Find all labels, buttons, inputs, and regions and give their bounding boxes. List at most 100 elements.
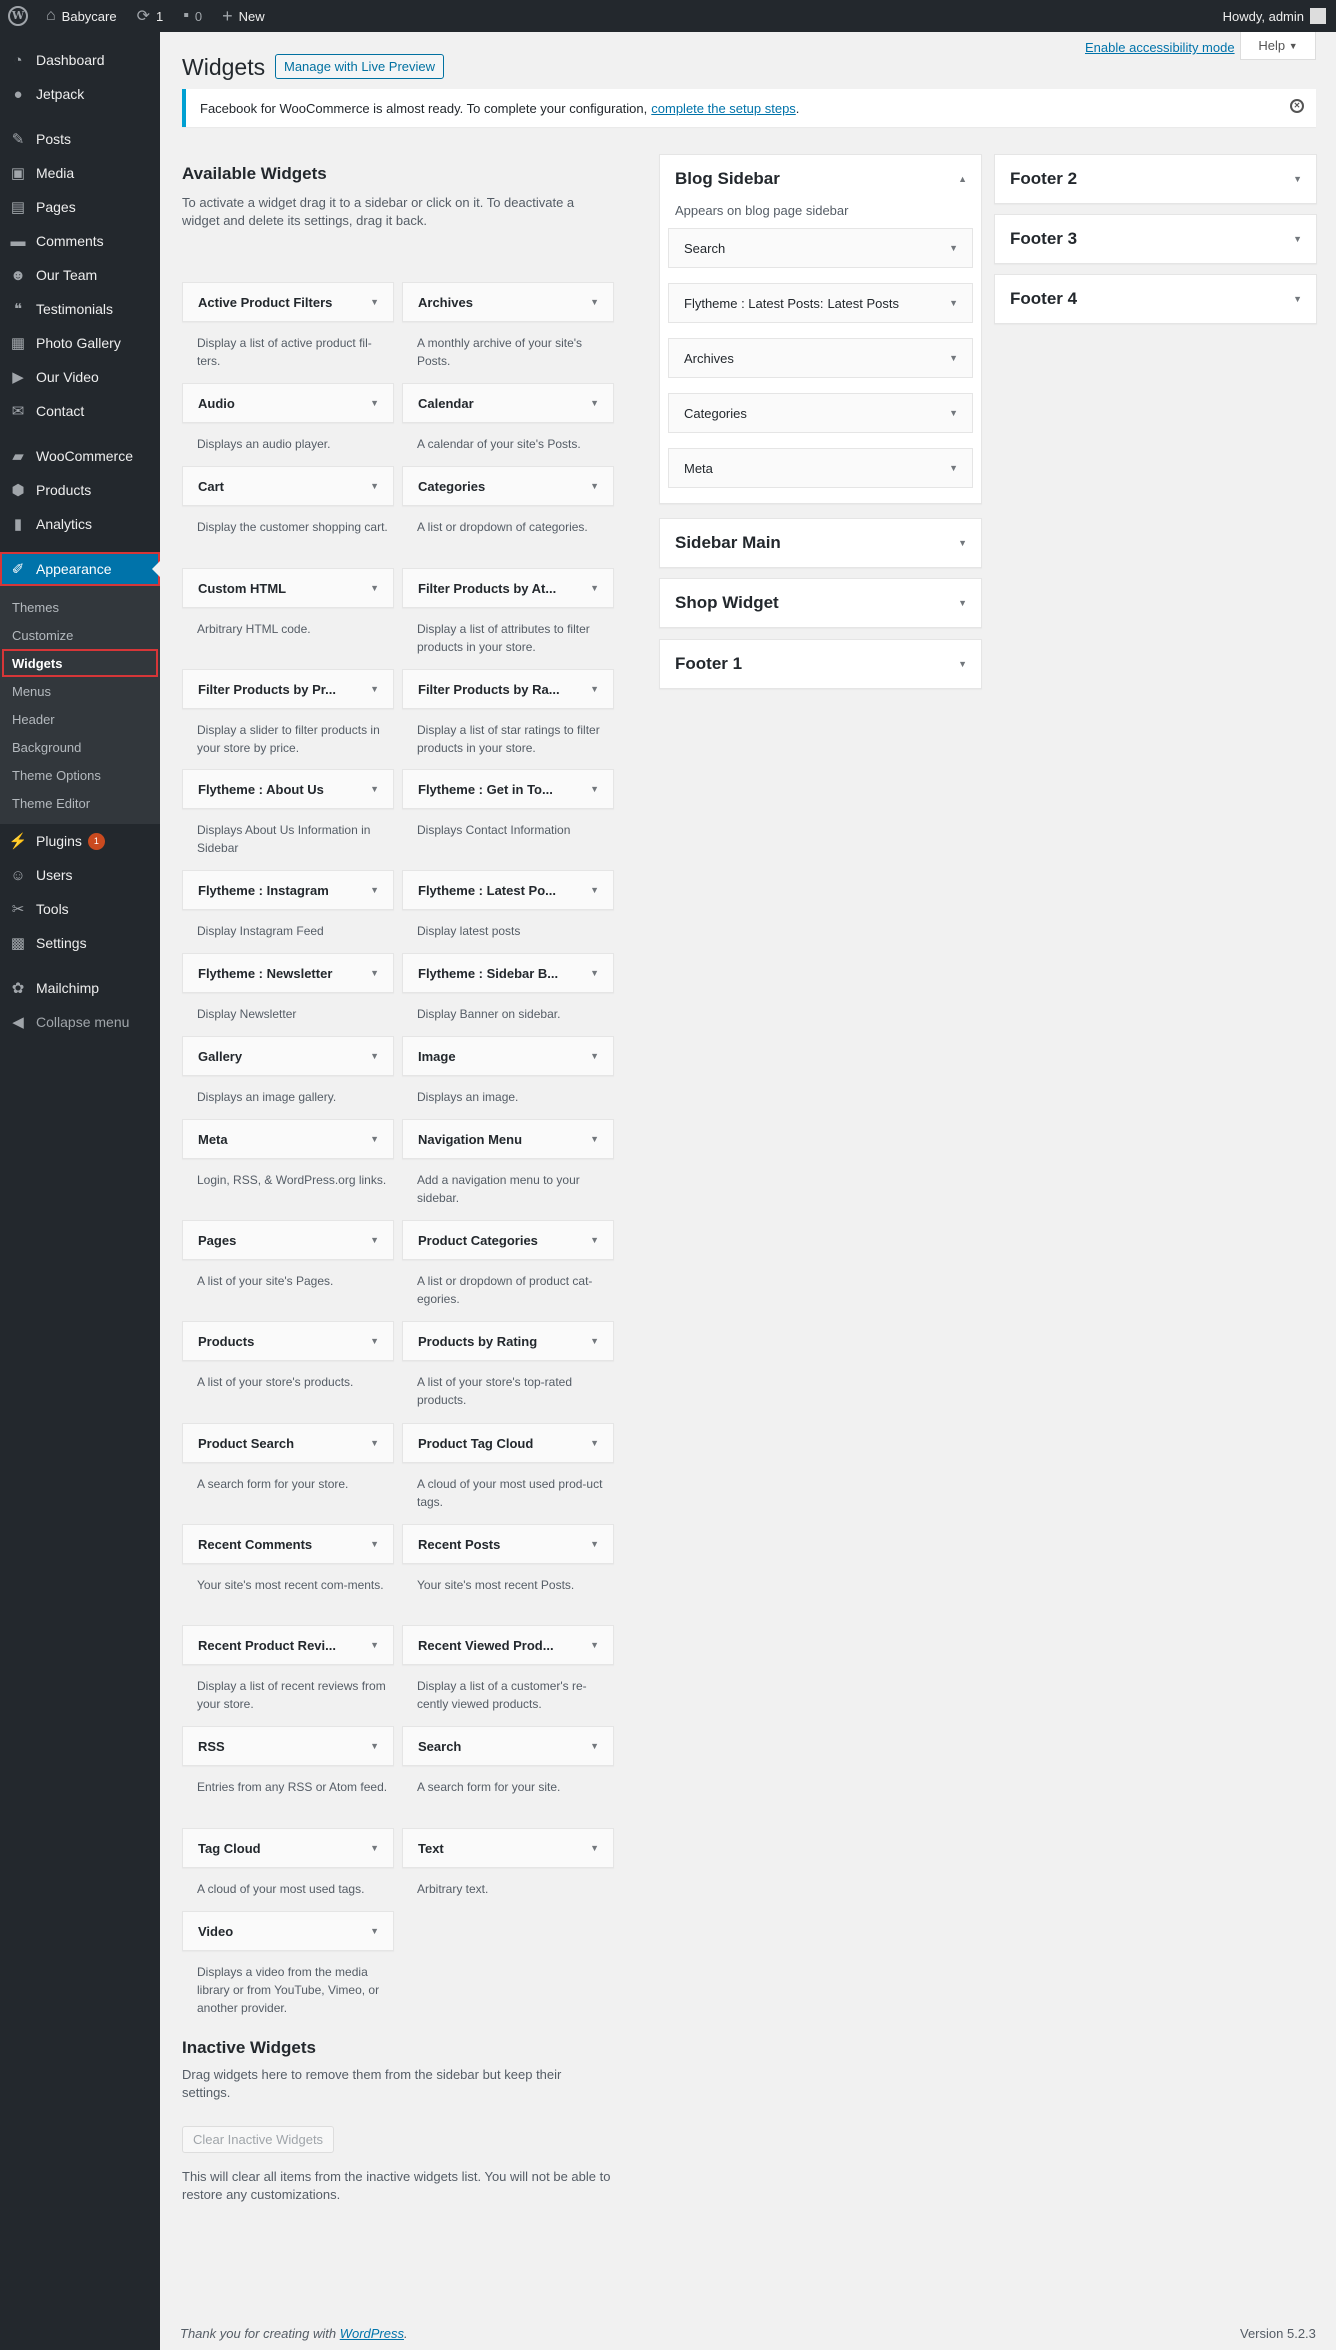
sidebar-widget-categories[interactable]: Categories ▼ [668,393,973,433]
submenu-background[interactable]: Background [0,733,160,761]
footer-2-area[interactable]: Footer 2 ▼ [994,154,1317,204]
blog-sidebar-area[interactable]: Blog Sidebar ▲ Appears on blog page sideb… [659,154,982,504]
help-button[interactable]: Help ▼ [1240,32,1316,60]
sidebar-header[interactable]: Blog Sidebar ▲ [660,155,981,203]
widget-item[interactable]: Text ▼ [402,1828,614,1868]
widget-item[interactable]: Flytheme : Sidebar B... ▼ [402,953,614,993]
widget-item[interactable]: Recent Product Revi... ▼ [182,1625,394,1665]
comments-link[interactable]: ▪ 0 [173,0,212,32]
my-account-link[interactable]: Howdy, admin [1213,0,1336,32]
submenu-themes[interactable]: Themes [0,593,160,621]
widget-item[interactable]: Filter Products by At... ▼ [402,568,614,608]
widget-item[interactable]: Flytheme : About Us ▼ [182,769,394,809]
widget-item[interactable]: Products by Rating ▼ [402,1321,614,1361]
widget-item[interactable]: Pages ▼ [182,1220,394,1260]
menu-testimonials[interactable]: ❝ Testimonials [0,292,160,326]
submenu-widgets[interactable]: Widgets [2,649,158,677]
widget-description: Login, RSS, & WordPress.org links. [197,1173,387,1187]
widget-item[interactable]: Image ▼ [402,1036,614,1076]
widget-item[interactable]: Product Search ▼ [182,1423,394,1463]
menu-dashboard[interactable]: ◔ Dashboard [0,43,160,77]
menu-appearance[interactable]: ✐ Appearance [0,552,160,586]
accessibility-mode-link[interactable]: Enable accessibility mode [1085,40,1235,55]
widget-item[interactable]: Audio ▼ [182,383,394,423]
wordpress-link[interactable]: WordPress [340,2326,404,2341]
dismiss-icon[interactable]: ✕ [1290,99,1304,113]
sidebar-header[interactable]: Shop Widget ▼ [660,579,981,627]
menu-products[interactable]: ⬢ Products [0,473,160,507]
widget-item[interactable]: Flytheme : Newsletter ▼ [182,953,394,993]
footer-1-area[interactable]: Footer 1 ▼ [659,639,982,689]
widget-item[interactable]: Active Product Filters ▼ [182,282,394,322]
new-content-link[interactable]: + New [212,0,275,32]
widget-item[interactable]: Filter Products by Ra... ▼ [402,669,614,709]
widget-item[interactable]: Gallery ▼ [182,1036,394,1076]
menu-pages[interactable]: ▤ Pages [0,190,160,224]
menu-mailchimp[interactable]: ✿ Mailchimp [0,971,160,1005]
widget-item[interactable]: Recent Viewed Prod... ▼ [402,1625,614,1665]
collapse-menu-button[interactable]: ◀ Collapse menu [0,1005,160,1039]
setup-steps-link[interactable]: complete the setup steps [651,101,796,116]
menu-media[interactable]: ▣ Media [0,156,160,190]
widget-item[interactable]: Flytheme : Latest Po... ▼ [402,870,614,910]
live-preview-button[interactable]: Manage with Live Preview [275,54,445,79]
widget-item[interactable]: Recent Posts ▼ [402,1524,614,1564]
widget-item[interactable]: Products ▼ [182,1321,394,1361]
widget-item[interactable]: Categories ▼ [402,466,614,506]
widget-item[interactable]: Custom HTML ▼ [182,568,394,608]
submenu-theme-editor[interactable]: Theme Editor [0,789,160,817]
menu-our-team[interactable]: ☻ Our Team [0,258,160,292]
widget-item[interactable]: Product Categories ▼ [402,1220,614,1260]
widget-item[interactable]: Filter Products by Pr... ▼ [182,669,394,709]
menu-jetpack[interactable]: ● Jetpack [0,77,160,111]
menu-tools[interactable]: ✂ Tools [0,892,160,926]
menu-posts[interactable]: ✎ Posts [0,122,160,156]
menu-woocommerce[interactable]: ▰ WooCommerce [0,439,160,473]
submenu-header[interactable]: Header [0,705,160,733]
sidebar-widget-meta[interactable]: Meta ▼ [668,448,973,488]
widget-item[interactable]: Recent Comments ▼ [182,1524,394,1564]
menu-photo-gallery[interactable]: ▦ Photo Gallery [0,326,160,360]
sidebar-header[interactable]: Sidebar Main ▼ [660,519,981,567]
widget-item[interactable]: Search ▼ [402,1726,614,1766]
menu-plugins[interactable]: ⚡ Plugins 1 [0,824,160,858]
sidebar-widget-archives[interactable]: Archives ▼ [668,338,973,378]
footer-4-area[interactable]: Footer 4 ▼ [994,274,1317,324]
widget-item[interactable]: Video ▼ [182,1911,394,1951]
widget-item[interactable]: Archives ▼ [402,282,614,322]
sidebar-header[interactable]: Footer 2 ▼ [995,155,1316,203]
updates-link[interactable]: ⟳ 1 [127,0,174,32]
sidebar-header[interactable]: Footer 4 ▼ [995,275,1316,323]
sidebar-header[interactable]: Footer 3 ▼ [995,215,1316,263]
menu-contact[interactable]: ✉ Contact [0,394,160,428]
site-name-link[interactable]: ⌂ Babycare [36,0,127,32]
widget-description: Display Instagram Feed [197,924,324,938]
widget-item[interactable]: Navigation Menu ▼ [402,1119,614,1159]
menu-analytics[interactable]: ▮ Analytics [0,507,160,541]
menu-comments[interactable]: ▬ Comments [0,224,160,258]
sidebar-header[interactable]: Footer 1 ▼ [660,640,981,688]
widget-item[interactable]: Flytheme : Instagram ▼ [182,870,394,910]
clear-inactive-widgets-button[interactable]: Clear Inactive Widgets [182,2126,335,2153]
submenu-menus[interactable]: Menus [0,677,160,705]
sidebar-widget-search[interactable]: Search ▼ [668,228,973,268]
sidebar-main-area[interactable]: Sidebar Main ▼ [659,518,982,568]
widget-item[interactable]: Calendar ▼ [402,383,614,423]
sidebar-title: Shop Widget [675,593,779,612]
chevron-down-icon: ▼ [370,885,379,895]
widget-item[interactable]: Tag Cloud ▼ [182,1828,394,1868]
widget-item[interactable]: Cart ▼ [182,466,394,506]
wordpress-logo-icon[interactable]: W [0,0,36,32]
shop-widget-area[interactable]: Shop Widget ▼ [659,578,982,628]
sidebar-widget-latest-posts[interactable]: Flytheme : Latest Posts: Latest Posts ▼ [668,283,973,323]
menu-settings[interactable]: ▩ Settings [0,926,160,960]
submenu-theme-options[interactable]: Theme Options [0,761,160,789]
menu-users[interactable]: ☺ Users [0,858,160,892]
widget-item[interactable]: RSS ▼ [182,1726,394,1766]
widget-item[interactable]: Flytheme : Get in To... ▼ [402,769,614,809]
menu-our-video[interactable]: ▶ Our Video [0,360,160,394]
footer-3-area[interactable]: Footer 3 ▼ [994,214,1317,264]
submenu-customize[interactable]: Customize [0,621,160,649]
widget-item[interactable]: Product Tag Cloud ▼ [402,1423,614,1463]
widget-item[interactable]: Meta ▼ [182,1119,394,1159]
